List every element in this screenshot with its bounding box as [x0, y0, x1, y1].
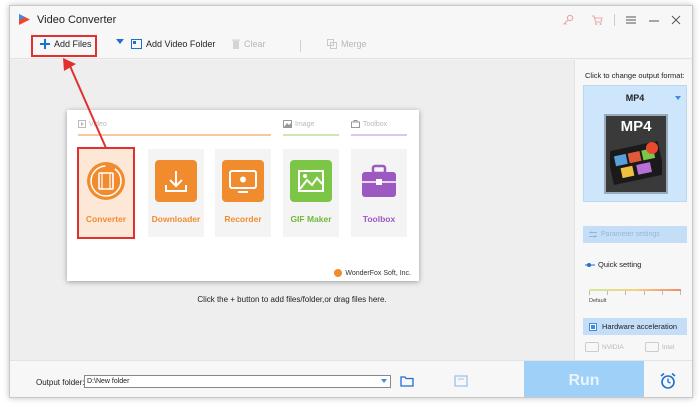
- category-toolbox-underline: [351, 134, 407, 136]
- nvidia-label: NVIDIA: [602, 343, 624, 351]
- file-drop-area[interactable]: Video Image Toolbox Converter Downloader…: [10, 60, 574, 360]
- folder-icon: [131, 39, 142, 49]
- nvidia-option[interactable]: NVIDIA: [585, 340, 624, 354]
- intel-label: Intel: [662, 343, 675, 351]
- category-image-underline: [283, 134, 339, 136]
- alarm-clock-icon[interactable]: [659, 372, 677, 390]
- trash-icon: [232, 39, 240, 49]
- sliders-icon: [589, 231, 597, 238]
- plus-icon: [40, 39, 50, 49]
- add-files-dropdown[interactable]: [116, 39, 124, 45]
- output-folder-value: D:\New folder: [87, 378, 130, 385]
- minimize-icon[interactable]: [646, 12, 662, 28]
- window-title: Video Converter: [37, 14, 117, 26]
- add-video-folder-button[interactable]: Add Video Folder: [131, 39, 215, 49]
- merge-button[interactable]: Merge: [327, 39, 367, 49]
- add-video-folder-label: Add Video Folder: [146, 39, 216, 49]
- quick-setting-label: Quick setting: [598, 260, 642, 269]
- quick-setting: Quick setting: [585, 260, 641, 269]
- run-button[interactable]: Run: [524, 361, 644, 397]
- quality-slider-ticks: [589, 291, 681, 295]
- output-format-name: MP4: [625, 93, 645, 103]
- close-icon[interactable]: [668, 12, 684, 28]
- titlebar-divider: [614, 14, 615, 26]
- gif-maker-tile[interactable]: GIF Maker: [283, 149, 339, 237]
- recorder-tile[interactable]: Recorder: [215, 149, 271, 237]
- chevron-down-icon: [116, 39, 124, 44]
- key-icon[interactable]: [560, 12, 576, 28]
- drop-hint: Click the + button to add files/folder,o…: [197, 295, 387, 304]
- add-files-button[interactable]: Add Files: [40, 39, 92, 49]
- chevron-down-icon[interactable]: [381, 379, 387, 383]
- parameter-settings-button[interactable]: Parameter settings: [583, 226, 687, 243]
- video-category-icon: [78, 120, 86, 128]
- output-folder-label: Output folder:: [36, 378, 85, 387]
- downloader-label: Downloader: [151, 214, 201, 224]
- toolbox-tile[interactable]: Toolbox: [351, 149, 407, 237]
- screen-record-icon: [222, 160, 264, 202]
- bottom-bar: Output folder: D:\New folder Run: [10, 360, 692, 397]
- output-panel: Click to change output format: MP4 MP4 P…: [574, 60, 692, 360]
- credit: WonderFox Soft, Inc.: [334, 269, 411, 277]
- hardware-acceleration-checkbox[interactable]: [589, 322, 597, 331]
- clear-button[interactable]: Clear: [232, 39, 266, 49]
- clear-label: Clear: [244, 39, 266, 49]
- image-category-icon: [283, 120, 292, 128]
- film-collage-icon: [610, 140, 662, 186]
- image-icon: [290, 160, 332, 202]
- hardware-acceleration-toggle[interactable]: Hardware acceleration: [583, 318, 687, 335]
- open-folder-icon[interactable]: [400, 375, 414, 387]
- category-toolbox-label: Toolbox: [363, 120, 388, 128]
- converter-icon: [85, 160, 127, 202]
- browse-folder-icon[interactable]: [454, 375, 468, 387]
- output-folder-input[interactable]: D:\New folder: [84, 375, 391, 388]
- menu-icon[interactable]: [623, 12, 639, 28]
- merge-icon: [327, 39, 337, 49]
- add-files-label: Add Files: [54, 39, 92, 49]
- slider-handle-icon: [585, 262, 595, 267]
- intel-icon: [645, 342, 659, 352]
- app-logo-icon: [19, 14, 30, 25]
- category-toolbox: Toolbox: [351, 120, 387, 128]
- toolbar-divider: [300, 40, 301, 52]
- category-image-label: Image: [295, 120, 315, 128]
- gif-maker-label: GIF Maker: [290, 214, 332, 224]
- category-image: Image: [283, 120, 314, 128]
- credit-text: WonderFox Soft, Inc.: [345, 269, 411, 277]
- hardware-acceleration-label: Hardware acceleration: [602, 322, 678, 331]
- merge-label: Merge: [341, 39, 367, 49]
- toolbar: Add Files Add Video Folder Clear Merge: [10, 33, 692, 59]
- toolbox-label: Toolbox: [362, 214, 396, 224]
- downloader-tile[interactable]: Downloader: [148, 149, 204, 237]
- download-icon: [155, 160, 197, 202]
- default-label: Default: [589, 298, 607, 304]
- category-video-underline: [78, 134, 271, 136]
- converter-tile[interactable]: Converter: [78, 149, 134, 237]
- toolbox-category-icon: [351, 120, 360, 128]
- cart-icon[interactable]: [589, 12, 605, 28]
- mp4-format-icon: MP4: [604, 114, 668, 194]
- mp4-badge-text: MP4: [620, 118, 652, 135]
- category-video-label: Video: [89, 120, 107, 128]
- parameter-settings-label: Parameter settings: [601, 231, 660, 238]
- intel-option[interactable]: Intel: [645, 340, 674, 354]
- category-video: Video: [78, 120, 107, 128]
- wonderfox-logo-icon: [334, 269, 343, 277]
- converter-label: Converter: [85, 214, 127, 224]
- launcher-card: Video Image Toolbox Converter Downloader…: [67, 110, 419, 281]
- output-format-selector[interactable]: MP4 MP4: [583, 85, 687, 202]
- title-bar: Video Converter: [10, 6, 692, 33]
- app-window: Video Converter Add Files Add Video Fold…: [9, 5, 693, 398]
- chevron-down-icon: [675, 96, 681, 100]
- nvidia-icon: [585, 342, 599, 352]
- change-format-label: Click to change output format:: [585, 71, 685, 80]
- recorder-label: Recorder: [224, 214, 262, 224]
- toolbox-icon: [358, 160, 400, 202]
